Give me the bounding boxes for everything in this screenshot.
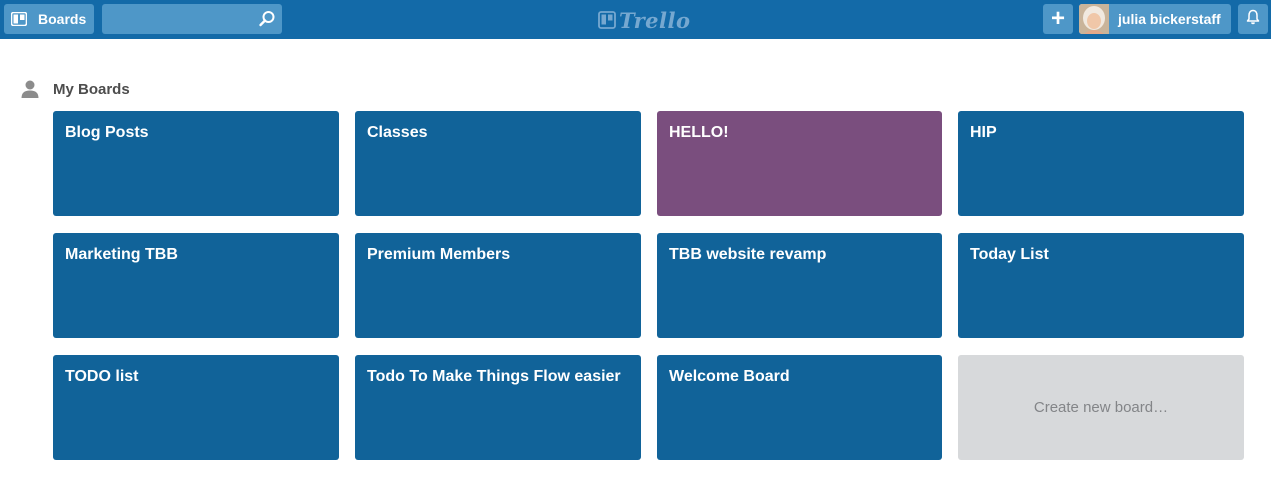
boards-grid: Blog Posts Classes HELLO! HIP Marketing … [53, 111, 1244, 460]
board-title: Marketing TBB [65, 246, 178, 263]
search-box[interactable] [102, 4, 282, 34]
board-tile[interactable]: Marketing TBB [53, 233, 339, 338]
trello-logo[interactable]: Trello [598, 6, 691, 34]
board-title: HELLO! [669, 124, 729, 141]
board-title: Classes [367, 124, 428, 141]
board-tile[interactable]: HELLO! [657, 111, 942, 216]
bell-icon [1246, 9, 1260, 30]
plus-icon: + [1050, 5, 1065, 32]
logo-text: Trello [619, 7, 691, 33]
user-name: julia bickerstaff [1118, 11, 1221, 27]
board-tile[interactable]: Premium Members [355, 233, 641, 338]
board-tile[interactable]: TBB website revamp [657, 233, 942, 338]
person-icon [20, 79, 40, 99]
create-board-label: Create new board… [1033, 398, 1169, 416]
search-input[interactable] [102, 4, 282, 34]
board-tile[interactable]: Welcome Board [657, 355, 942, 460]
board-tile[interactable]: Classes [355, 111, 641, 216]
create-board-button[interactable]: Create new board… [958, 355, 1244, 460]
avatar [1079, 4, 1109, 34]
boards-icon [11, 12, 27, 26]
board-title: Blog Posts [65, 124, 149, 141]
trello-logo-icon [598, 11, 616, 29]
board-title: Today List [970, 246, 1049, 263]
board-title: TODO list [65, 368, 139, 385]
section-header: My Boards [20, 78, 130, 100]
board-title: Todo To Make Things Flow easier [367, 368, 621, 385]
boards-button-label: Boards [38, 11, 87, 27]
board-tile[interactable]: Todo To Make Things Flow easier [355, 355, 641, 460]
board-title: HIP [970, 124, 997, 141]
section-title: My Boards [53, 80, 130, 98]
boards-button[interactable]: Boards [4, 4, 94, 34]
user-menu-button[interactable]: julia bickerstaff [1079, 4, 1231, 34]
board-title: TBB website revamp [669, 246, 827, 263]
board-tile[interactable]: HIP [958, 111, 1244, 216]
board-tile[interactable]: Today List [958, 233, 1244, 338]
add-button[interactable]: + [1043, 4, 1073, 34]
board-title: Premium Members [367, 246, 511, 263]
board-tile[interactable]: Blog Posts [53, 111, 339, 216]
board-title: Welcome Board [669, 368, 790, 385]
board-tile[interactable]: TODO list [53, 355, 339, 460]
top-header: Boards Trello + julia bickerstaff [0, 0, 1271, 39]
search-icon[interactable] [258, 10, 276, 28]
notifications-button[interactable] [1238, 4, 1268, 34]
